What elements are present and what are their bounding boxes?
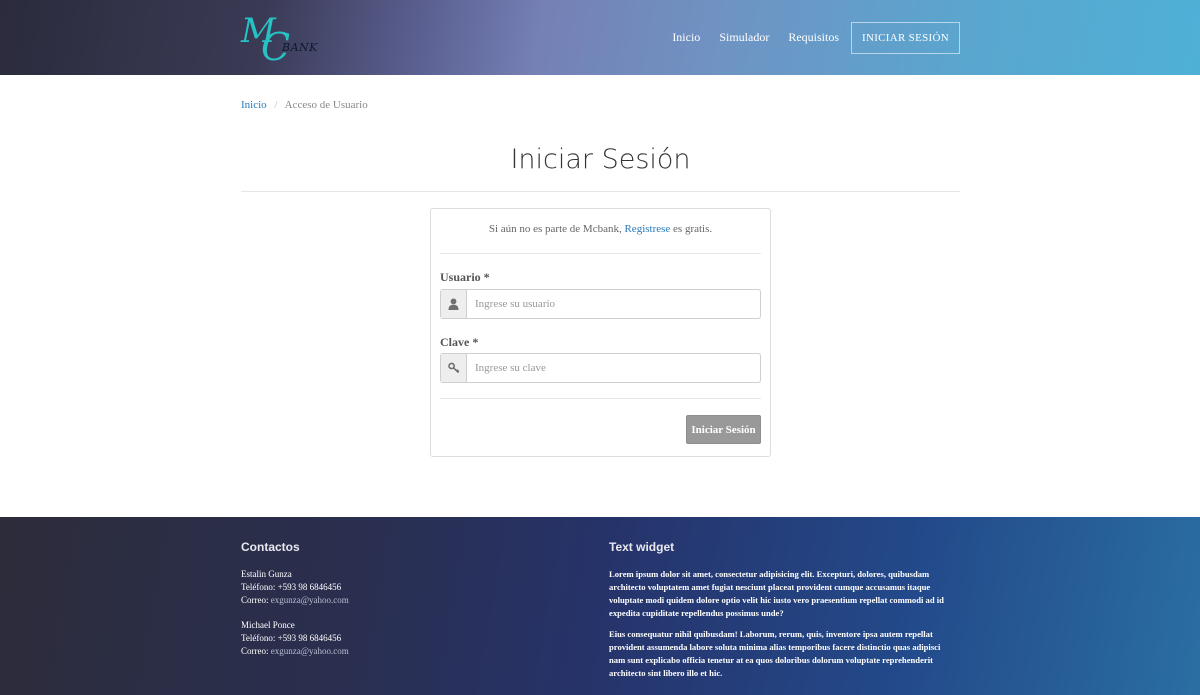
register-link[interactable]: Registrese xyxy=(624,223,670,235)
logo-word: BANK xyxy=(282,41,318,54)
username-input[interactable] xyxy=(467,290,760,318)
footer-widget-title: Text widget xyxy=(609,540,675,554)
widget-paragraph: Lorem ipsum dolor sit amet, consectetur … xyxy=(609,569,944,618)
widget-paragraph: Eius consequatur nihil quibusdam! Laboru… xyxy=(609,629,941,678)
username-label: Usuario * xyxy=(440,270,490,284)
page-title: Iniciar Sesión xyxy=(510,144,691,175)
password-label: Clave * xyxy=(440,335,479,349)
mcbank-logo[interactable]: M C BANK xyxy=(241,14,321,66)
password-input[interactable] xyxy=(467,354,760,382)
contact-email-row: Correo: exgunza@yahoo.com xyxy=(241,645,349,658)
footer-contacts-title: Contactos xyxy=(241,540,300,554)
site-footer: Contactos Text widget xyxy=(0,517,1200,695)
contact-phone: Teléfono: +593 98 6846456 xyxy=(241,582,342,592)
breadcrumb: Inicio / Acceso de Usuario xyxy=(241,99,368,111)
contact-email-row: Correo: exgunza@yahoo.com xyxy=(241,594,349,607)
contact-phone: Teléfono: +593 98 6846456 xyxy=(241,633,342,643)
register-prompt-suffix: es gratis. xyxy=(673,223,713,235)
contact-email-label: Correo: xyxy=(241,646,269,656)
title-divider xyxy=(241,191,960,192)
site-header: M C BANK Inicio Simulador Requisitos INI… xyxy=(0,0,1200,75)
contact-name: Michael Ponce xyxy=(241,620,295,630)
contact-card: Estalin Gunza Teléfono: +593 98 6846456 … xyxy=(241,568,349,607)
register-prompt: Si aún no es parte de Mcbank, Registrese… xyxy=(431,223,770,235)
contact-email-link[interactable]: exgunza@yahoo.com xyxy=(271,595,349,605)
contact-name: Estalin Gunza xyxy=(241,569,292,579)
breadcrumb-home-link[interactable]: Inicio xyxy=(241,99,267,111)
register-prompt-prefix: Si aún no es parte de Mcbank, xyxy=(488,223,622,235)
key-icon xyxy=(441,354,467,382)
nav-home-link[interactable]: Inicio xyxy=(672,30,700,45)
breadcrumb-current: Acceso de Usuario xyxy=(284,99,368,111)
nav-simulator-link[interactable]: Simulador xyxy=(719,30,769,45)
breadcrumb-separator: / xyxy=(274,99,278,111)
contact-email-label: Correo: xyxy=(241,595,269,605)
nav-requirements-link[interactable]: Requisitos xyxy=(788,30,839,45)
login-panel: Si aún no es parte de Mcbank, Registrese… xyxy=(430,208,771,457)
login-submit-button[interactable]: Iniciar Sesión xyxy=(686,415,761,444)
panel-divider-top xyxy=(440,253,761,254)
user-icon xyxy=(441,290,467,318)
panel-divider-bottom xyxy=(440,398,761,399)
contact-email-link[interactable]: exgunza@yahoo.com xyxy=(271,646,349,656)
nav-login-button[interactable]: INICIAR SESIÓN xyxy=(850,21,960,54)
password-input-group xyxy=(440,353,761,383)
main-nav: Inicio Simulador Requisitos INICIAR SESI… xyxy=(653,0,960,75)
contact-card: Michael Ponce Teléfono: +593 98 6846456 … xyxy=(241,619,349,658)
username-input-group xyxy=(440,289,761,319)
